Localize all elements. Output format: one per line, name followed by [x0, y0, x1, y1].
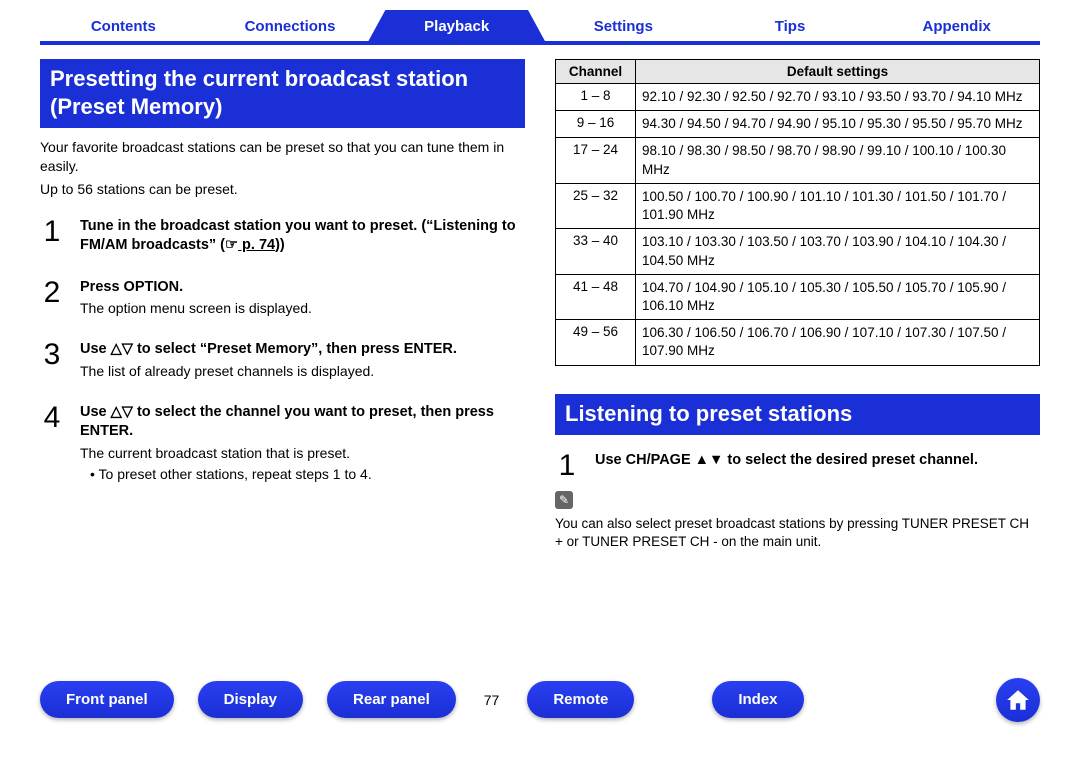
tab-connections[interactable]: Connections	[201, 10, 380, 43]
step-number: 2	[40, 278, 64, 318]
footer-front-panel[interactable]: Front panel	[40, 681, 174, 718]
cell-channel: 9 – 16	[556, 111, 636, 138]
heading-listening: Listening to preset stations	[555, 394, 1040, 436]
step-bullet: To preset other stations, repeat steps 1…	[90, 465, 525, 484]
home-icon	[1005, 687, 1031, 713]
cell-values: 104.70 / 104.90 / 105.10 / 105.30 / 105.…	[636, 274, 1040, 319]
th-defaults: Default settings	[636, 60, 1040, 84]
step-number: 4	[40, 403, 64, 484]
step-desc: The list of already preset channels is d…	[80, 362, 525, 381]
intro-text-2: Up to 56 stations can be preset.	[40, 180, 525, 199]
step-2: 2 Press OPTION. The option menu screen i…	[40, 278, 525, 318]
step-4: 4 Use △▽ to select the channel you want …	[40, 403, 525, 484]
cell-channel: 25 – 32	[556, 183, 636, 228]
step-bold: Use △▽ to select “Preset Memory”, then p…	[80, 340, 525, 360]
step-1-right: 1 Use CH/PAGE ▲▼ to select the desired p…	[555, 451, 1040, 481]
page-body: Presetting the current broadcast station…	[0, 45, 1080, 582]
table-row: 33 – 40103.10 / 103.30 / 103.50 / 103.70…	[556, 229, 1040, 274]
cell-values: 94.30 / 94.50 / 94.70 / 94.90 / 95.10 / …	[636, 111, 1040, 138]
step-number: 1	[555, 451, 579, 481]
cell-values: 98.10 / 98.30 / 98.50 / 98.70 / 98.90 / …	[636, 138, 1040, 183]
table-row: 1 – 892.10 / 92.30 / 92.50 / 92.70 / 93.…	[556, 84, 1040, 111]
steps-list: 1 Tune in the broadcast station you want…	[40, 217, 525, 484]
page-number: 77	[480, 692, 504, 708]
tab-settings[interactable]: Settings	[534, 10, 713, 43]
step-bold: Use CH/PAGE ▲▼ to select the desired pre…	[595, 451, 1040, 471]
cell-values: 103.10 / 103.30 / 103.50 / 103.70 / 103.…	[636, 229, 1040, 274]
cell-values: 106.30 / 106.50 / 106.70 / 106.90 / 107.…	[636, 320, 1040, 365]
top-tabs: Contents Connections Playback Settings T…	[0, 0, 1080, 43]
table-row: 25 – 32100.50 / 100.70 / 100.90 / 101.10…	[556, 183, 1040, 228]
table-row: 41 – 48104.70 / 104.90 / 105.10 / 105.30…	[556, 274, 1040, 319]
note-icon: ✎	[555, 491, 573, 509]
note-text: You can also select preset broadcast sta…	[555, 515, 1040, 551]
footer-remote[interactable]: Remote	[527, 681, 634, 718]
tab-contents[interactable]: Contents	[34, 10, 213, 43]
table-row: 17 – 2498.10 / 98.30 / 98.50 / 98.70 / 9…	[556, 138, 1040, 183]
step-desc: The option menu screen is displayed.	[80, 299, 525, 318]
footer-rear-panel[interactable]: Rear panel	[327, 681, 456, 718]
footer-nav: Front panel Display Rear panel 77 Remote…	[0, 678, 1080, 722]
heading-preset-memory: Presetting the current broadcast station…	[40, 59, 525, 128]
table-row: 49 – 56106.30 / 106.50 / 106.70 / 106.90…	[556, 320, 1040, 365]
cross-ref-link[interactable]: p. 74	[238, 237, 275, 253]
left-column: Presetting the current broadcast station…	[40, 59, 525, 552]
cell-channel: 49 – 56	[556, 320, 636, 365]
right-column: Channel Default settings 1 – 892.10 / 92…	[555, 59, 1040, 552]
step-number: 1	[40, 217, 64, 256]
preset-table: Channel Default settings 1 – 892.10 / 92…	[555, 59, 1040, 366]
footer-index[interactable]: Index	[712, 681, 803, 718]
cell-channel: 41 – 48	[556, 274, 636, 319]
cell-channel: 1 – 8	[556, 84, 636, 111]
table-row: 9 – 1694.30 / 94.50 / 94.70 / 94.90 / 95…	[556, 111, 1040, 138]
cell-channel: 33 – 40	[556, 229, 636, 274]
cell-values: 100.50 / 100.70 / 100.90 / 101.10 / 101.…	[636, 183, 1040, 228]
th-channel: Channel	[556, 60, 636, 84]
home-button[interactable]	[996, 678, 1040, 722]
tab-playback[interactable]: Playback	[367, 10, 546, 43]
step-3: 3 Use △▽ to select “Preset Memory”, then…	[40, 340, 525, 380]
cell-values: 92.10 / 92.30 / 92.50 / 92.70 / 93.10 / …	[636, 84, 1040, 111]
step-number: 3	[40, 340, 64, 380]
cell-channel: 17 – 24	[556, 138, 636, 183]
step-bold: Press OPTION.	[80, 278, 525, 298]
tab-appendix[interactable]: Appendix	[867, 10, 1046, 43]
intro-text-1: Your favorite broadcast stations can be …	[40, 138, 525, 176]
step-bold: Tune in the broadcast station you want t…	[80, 218, 516, 254]
step-desc: The current broadcast station that is pr…	[80, 444, 525, 463]
footer-display[interactable]: Display	[198, 681, 303, 718]
tab-tips[interactable]: Tips	[701, 10, 880, 43]
step-bold: Use △▽ to select the channel you want to…	[80, 403, 525, 442]
step-1: 1 Tune in the broadcast station you want…	[40, 217, 525, 256]
